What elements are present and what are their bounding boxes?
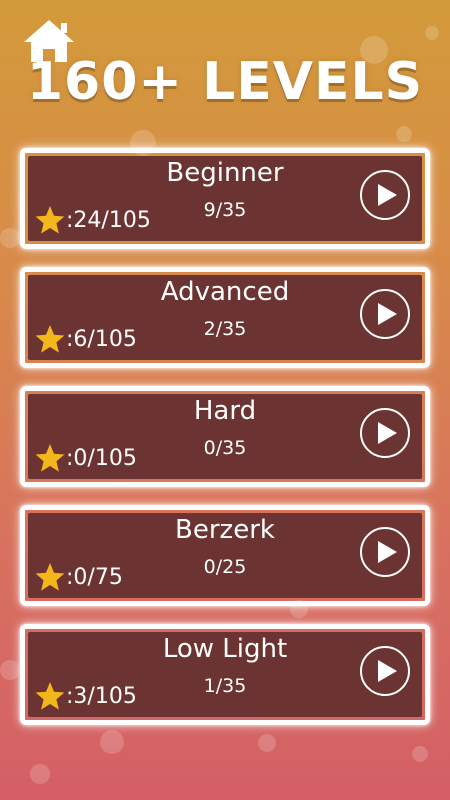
- star-icon: [35, 682, 65, 710]
- star-count-text: :0/105: [66, 445, 137, 471]
- star-icon: [35, 206, 65, 234]
- star-icon: [35, 444, 65, 472]
- page-title: 160+ LEVELS: [26, 52, 424, 112]
- star-count-text: :3/105: [66, 683, 137, 709]
- play-button[interactable]: [360, 408, 410, 458]
- star-count-text: :6/105: [66, 326, 137, 352]
- star-count-text: :24/105: [66, 207, 151, 233]
- play-button[interactable]: [360, 170, 410, 220]
- level-card-berzerk[interactable]: Berzerk 0/25 :0/75: [20, 505, 430, 606]
- star-count: :24/105: [34, 204, 151, 236]
- level-card-hard[interactable]: Hard 0/35 :0/105: [20, 386, 430, 487]
- star-count: :6/105: [34, 323, 137, 355]
- star-icon: [35, 563, 65, 591]
- star-count: :3/105: [34, 680, 137, 712]
- star-icon: [35, 325, 65, 353]
- star-count: :0/75: [34, 561, 123, 593]
- play-icon: [378, 422, 397, 444]
- level-card-beginner[interactable]: Beginner 9/35 :24/105: [20, 148, 430, 249]
- star-count: :0/105: [34, 442, 137, 474]
- star-count-text: :0/75: [66, 564, 123, 590]
- level-card-low-light[interactable]: Low Light 1/35 :3/105: [20, 624, 430, 725]
- play-button[interactable]: [360, 289, 410, 339]
- level-card-advanced[interactable]: Advanced 2/35 :6/105: [20, 267, 430, 368]
- play-icon: [378, 184, 397, 206]
- play-icon: [378, 541, 397, 563]
- play-icon: [378, 660, 397, 682]
- play-button[interactable]: [360, 646, 410, 696]
- play-icon: [378, 303, 397, 325]
- play-button[interactable]: [360, 527, 410, 577]
